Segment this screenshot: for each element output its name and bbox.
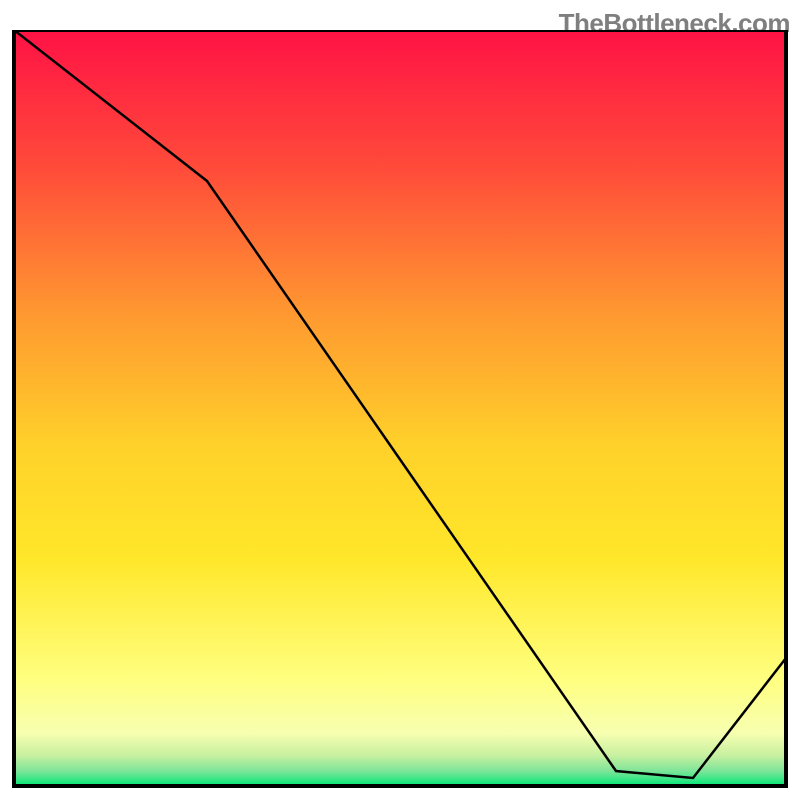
gradient-background [14, 30, 786, 786]
chart-container: TheBottleneck.com [0, 0, 800, 800]
bottleneck-chart [8, 30, 792, 792]
